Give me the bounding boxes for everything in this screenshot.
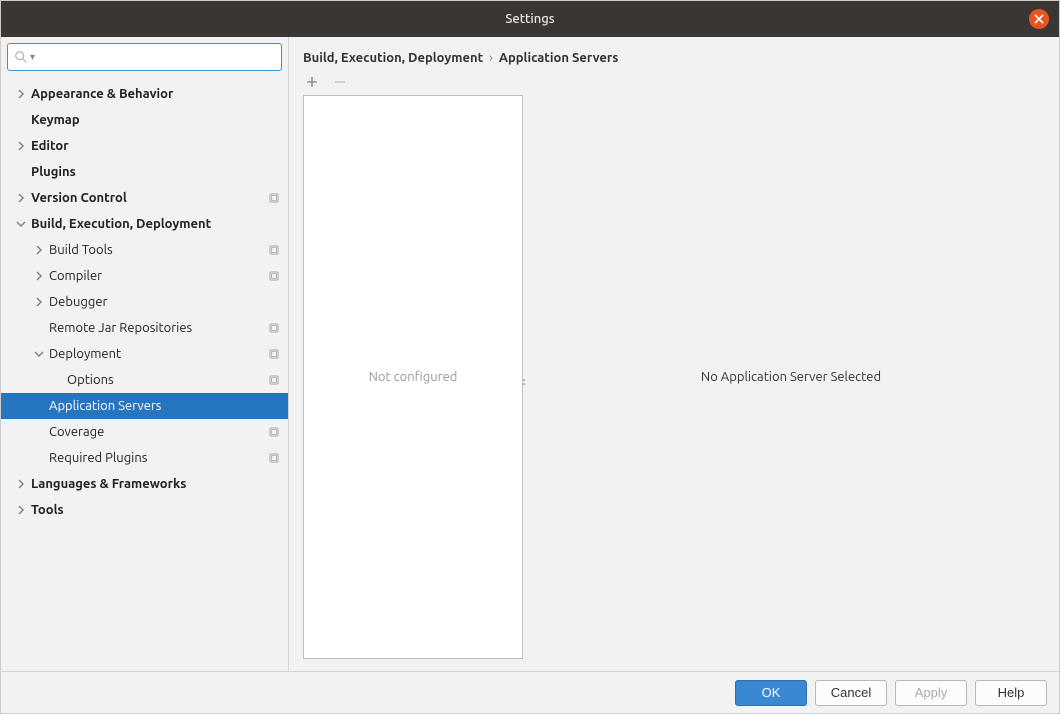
detail-empty-text: No Application Server Selected [701, 370, 881, 384]
expand-arrow-icon[interactable] [15, 504, 27, 516]
minus-icon [334, 76, 346, 88]
breadcrumb-parent[interactable]: Build, Execution, Deployment [303, 51, 483, 65]
search-box[interactable]: ▾ [7, 43, 282, 71]
expand-arrow-icon[interactable] [33, 296, 45, 308]
cancel-button[interactable]: Cancel [815, 680, 887, 706]
project-scope-icon [268, 348, 280, 360]
window-title: Settings [505, 12, 554, 26]
expand-arrow-icon[interactable] [15, 218, 27, 230]
search-input[interactable] [37, 44, 275, 70]
tree-item-label: Build, Execution, Deployment [31, 217, 280, 231]
tree-item-application-servers[interactable]: Application Servers [1, 393, 288, 419]
project-scope-icon [268, 244, 280, 256]
project-scope-icon [268, 426, 280, 438]
expand-arrow-icon[interactable] [15, 140, 27, 152]
sidebar: ▾ Appearance & Behavior Keymap Editor Plugi… [1, 37, 289, 671]
tree-item-label: Editor [31, 139, 280, 153]
tree-item-label: Coverage [49, 425, 268, 439]
add-button[interactable] [303, 73, 321, 91]
search-icon [14, 50, 28, 64]
plus-icon [306, 76, 318, 88]
tree-item-label: Plugins [31, 165, 280, 179]
close-button[interactable] [1029, 9, 1049, 29]
expand-arrow-icon[interactable] [33, 270, 45, 282]
tree-item-languages-frameworks[interactable]: Languages & Frameworks [1, 471, 288, 497]
tree-item-label: Compiler [49, 269, 268, 283]
project-scope-icon [268, 270, 280, 282]
tree-item-label: Required Plugins [49, 451, 268, 465]
expand-arrow-icon[interactable] [33, 244, 45, 256]
tree-item-appearance-behavior[interactable]: Appearance & Behavior [1, 81, 288, 107]
list-empty-text: Not configured [369, 370, 458, 384]
tree-item-label: Tools [31, 503, 280, 517]
server-list-panel[interactable]: Not configured [303, 95, 523, 659]
tree-item-tools[interactable]: Tools [1, 497, 288, 523]
server-detail-panel: No Application Server Selected [523, 95, 1059, 659]
project-scope-icon [268, 322, 280, 334]
apply-button: Apply [895, 680, 967, 706]
tree-item-label: Keymap [31, 113, 280, 127]
tree-item-remote-jar-repositories[interactable]: Remote Jar Repositories [1, 315, 288, 341]
tree-item-keymap[interactable]: Keymap [1, 107, 288, 133]
tree-item-label: Deployment [49, 347, 268, 361]
tree-item-label: Appearance & Behavior [31, 87, 280, 101]
main-panel: Build, Execution, Deployment › Applicati… [289, 37, 1059, 671]
list-toolbar [289, 73, 1059, 95]
remove-button [331, 73, 349, 91]
expand-arrow-icon[interactable] [15, 192, 27, 204]
breadcrumb-separator: › [489, 51, 493, 65]
expand-arrow-icon[interactable] [15, 88, 27, 100]
tree-item-compiler[interactable]: Compiler [1, 263, 288, 289]
search-container: ▾ [1, 37, 288, 77]
tree-item-options[interactable]: Options [1, 367, 288, 393]
content-area: ▾ Appearance & Behavior Keymap Editor Plugi… [1, 37, 1059, 671]
expand-arrow-icon[interactable] [33, 348, 45, 360]
footer: OK Cancel Apply Help [1, 671, 1059, 713]
tree-item-required-plugins[interactable]: Required Plugins [1, 445, 288, 471]
tree-item-editor[interactable]: Editor [1, 133, 288, 159]
expand-arrow-icon[interactable] [15, 478, 27, 490]
tree-item-label: Application Servers [49, 399, 280, 413]
tree-item-label: Version Control [31, 191, 268, 205]
panel-row: Not configured No Application Server Sel… [289, 95, 1059, 671]
tree-item-debugger[interactable]: Debugger [1, 289, 288, 315]
project-scope-icon [268, 192, 280, 204]
splitter-handle[interactable] [522, 377, 526, 397]
settings-tree[interactable]: Appearance & Behavior Keymap Editor Plugins… [1, 77, 288, 671]
tree-item-build-execution-deployment[interactable]: Build, Execution, Deployment [1, 211, 288, 237]
breadcrumb: Build, Execution, Deployment › Applicati… [289, 37, 1059, 73]
settings-window: Settings ▾ Appearance & Behavior Keymap Ed… [0, 0, 1060, 714]
tree-item-label: Remote Jar Repositories [49, 321, 268, 335]
tree-item-label: Languages & Frameworks [31, 477, 280, 491]
breadcrumb-current: Application Servers [499, 51, 619, 65]
close-icon [1034, 14, 1044, 24]
project-scope-icon [268, 452, 280, 464]
tree-item-build-tools[interactable]: Build Tools [1, 237, 288, 263]
tree-item-coverage[interactable]: Coverage [1, 419, 288, 445]
tree-item-label: Build Tools [49, 243, 268, 257]
tree-item-plugins[interactable]: Plugins [1, 159, 288, 185]
project-scope-icon [268, 374, 280, 386]
ok-button[interactable]: OK [735, 680, 807, 706]
tree-item-label: Options [67, 373, 268, 387]
search-dropdown-icon[interactable]: ▾ [30, 51, 35, 63]
tree-item-version-control[interactable]: Version Control [1, 185, 288, 211]
tree-item-deployment[interactable]: Deployment [1, 341, 288, 367]
help-button[interactable]: Help [975, 680, 1047, 706]
tree-item-label: Debugger [49, 295, 280, 309]
titlebar: Settings [1, 1, 1059, 37]
